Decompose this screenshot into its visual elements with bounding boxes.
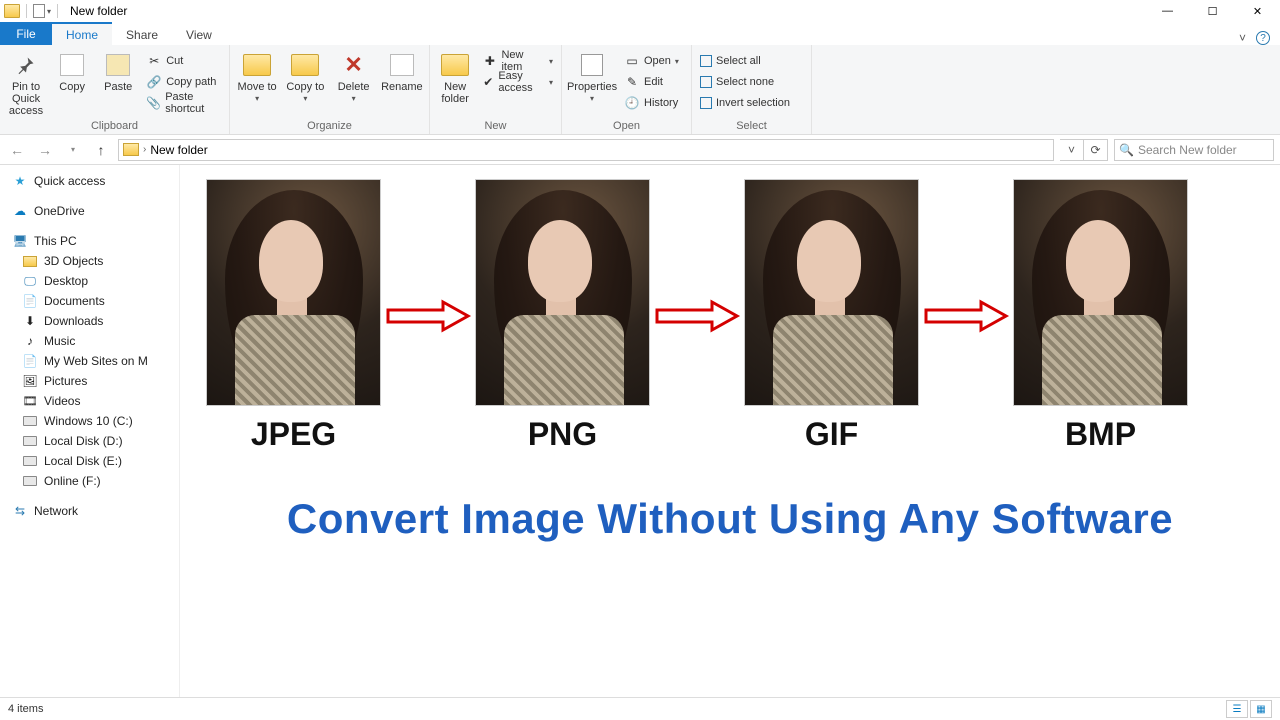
easy-access-button[interactable]: ✔Easy access▾ (480, 72, 555, 92)
arrow-icon (383, 296, 473, 336)
file-thumbnail-png[interactable] (475, 179, 650, 406)
ribbon: Pin to Quick access Copy Paste ✂Cut 🔗Cop… (0, 45, 1280, 135)
sidebar-item-pictures[interactable]: 🖼Pictures (0, 371, 179, 391)
file-thumbnail-bmp[interactable] (1013, 179, 1188, 406)
invert-selection-button[interactable]: Invert selection (698, 93, 792, 113)
content-pane[interactable]: JPEG PNG GIF BMP Convert Image Without U… (180, 165, 1280, 697)
paste-button[interactable]: Paste (98, 47, 138, 93)
title-bar: ▾ New folder — ☐ ✕ (0, 0, 1280, 22)
sidebar-item-3d-objects[interactable]: 3D Objects (0, 251, 179, 271)
file-label-png: PNG (528, 416, 597, 453)
tab-file[interactable]: File (0, 22, 52, 45)
delete-button[interactable]: ✕Delete▾ (333, 47, 375, 104)
chevron-down-icon[interactable]: ▾ (47, 7, 51, 16)
history-button[interactable]: 🕘History (622, 93, 681, 113)
ribbon-collapse-icon[interactable]: ˅ (1239, 31, 1246, 45)
window-title: New folder (70, 4, 127, 18)
folder-icon (123, 143, 139, 156)
search-icon: 🔍 (1119, 143, 1134, 157)
tab-view[interactable]: View (172, 22, 226, 45)
file-label-jpeg: JPEG (251, 416, 336, 453)
group-open: Open (568, 120, 685, 134)
search-placeholder: Search New folder (1138, 143, 1237, 157)
group-organize: Organize (236, 120, 423, 134)
item-count: 4 items (8, 703, 43, 715)
sidebar-item-music[interactable]: ♪Music (0, 331, 179, 351)
group-new: New (436, 120, 555, 134)
view-large-icons-button[interactable]: ▦ (1250, 700, 1272, 718)
copy-path-button[interactable]: 🔗Copy path (144, 72, 223, 92)
move-to-button[interactable]: Move to▾ (236, 47, 278, 104)
sidebar-item-downloads[interactable]: ⬇Downloads (0, 311, 179, 331)
new-item-button[interactable]: ✚New item▾ (480, 51, 555, 71)
status-bar: 4 items ☰ ▦ (0, 697, 1280, 720)
sidebar-item-videos[interactable]: 🎞Videos (0, 391, 179, 411)
address-dropdown[interactable]: ˅ (1060, 139, 1084, 161)
sidebar-item-drive-f[interactable]: Online (F:) (0, 471, 179, 491)
doc-icon (33, 4, 45, 18)
sidebar-item-drive-e[interactable]: Local Disk (E:) (0, 451, 179, 471)
pin-quick-access-button[interactable]: Pin to Quick access (6, 47, 46, 117)
ribbon-tabs: File Home Share View ˅ ? (0, 22, 1280, 45)
maximize-button[interactable]: ☐ (1190, 0, 1235, 22)
arrow-icon (921, 296, 1011, 336)
sidebar-item-drive-c[interactable]: Windows 10 (C:) (0, 411, 179, 431)
minimize-button[interactable]: — (1145, 0, 1190, 22)
file-label-gif: GIF (805, 416, 858, 453)
sidebar-item-mywebsites[interactable]: 📄My Web Sites on M (0, 351, 179, 371)
tab-home[interactable]: Home (52, 22, 112, 45)
search-input[interactable]: 🔍 Search New folder (1114, 139, 1274, 161)
overlay-headline: Convert Image Without Using Any Software (180, 495, 1280, 543)
copy-label: Copy (59, 81, 85, 93)
sidebar-item-drive-d[interactable]: Local Disk (D:) (0, 431, 179, 451)
help-icon[interactable]: ? (1256, 31, 1270, 45)
breadcrumb[interactable]: New folder (150, 143, 207, 157)
properties-button[interactable]: Properties▾ (568, 47, 616, 104)
rename-button[interactable]: Rename (381, 47, 423, 93)
view-details-button[interactable]: ☰ (1226, 700, 1248, 718)
forward-button[interactable]: → (34, 139, 56, 161)
open-button[interactable]: ▭Open▾ (622, 51, 681, 71)
paste-label: Paste (104, 81, 132, 93)
close-button[interactable]: ✕ (1235, 0, 1280, 22)
select-all-button[interactable]: Select all (698, 51, 792, 71)
chevron-right-icon: › (143, 144, 146, 155)
file-thumbnail-gif[interactable] (744, 179, 919, 406)
copy-button[interactable]: Copy (52, 47, 92, 93)
sidebar-network[interactable]: ⇆Network (0, 501, 179, 521)
new-folder-button[interactable]: New folder (436, 47, 474, 105)
refresh-button[interactable]: ⟳ (1084, 139, 1108, 161)
sidebar: ★Quick access ☁OneDrive 🖥This PC 3D Obje… (0, 165, 180, 697)
up-button[interactable]: ↑ (90, 139, 112, 161)
sidebar-item-desktop[interactable]: 🖵Desktop (0, 271, 179, 291)
sidebar-this-pc[interactable]: 🖥This PC (0, 231, 179, 251)
pin-label: Pin to Quick access (6, 81, 46, 117)
sidebar-onedrive[interactable]: ☁OneDrive (0, 201, 179, 221)
folder-icon (4, 4, 20, 18)
file-thumbnail-jpeg[interactable] (206, 179, 381, 406)
quick-access-toolbar: ▾ (0, 4, 62, 18)
tab-share[interactable]: Share (112, 22, 172, 45)
back-button[interactable]: ← (6, 139, 28, 161)
select-none-button[interactable]: Select none (698, 72, 792, 92)
sidebar-item-documents[interactable]: 📄Documents (0, 291, 179, 311)
paste-shortcut-button[interactable]: 📎Paste shortcut (144, 93, 223, 113)
group-select: Select (698, 120, 805, 134)
copy-to-button[interactable]: Copy to▾ (284, 47, 326, 104)
sidebar-quick-access[interactable]: ★Quick access (0, 171, 179, 191)
arrow-icon (652, 296, 742, 336)
nav-bar: ← → ▾ ↑ › New folder ˅ ⟳ 🔍 Search New fo… (0, 135, 1280, 165)
file-label-bmp: BMP (1065, 416, 1136, 453)
address-bar[interactable]: › New folder (118, 139, 1054, 161)
group-clipboard: Clipboard (6, 120, 223, 134)
recent-dropdown[interactable]: ▾ (62, 139, 84, 161)
cut-button[interactable]: ✂Cut (144, 51, 223, 71)
edit-button[interactable]: ✎Edit (622, 72, 681, 92)
